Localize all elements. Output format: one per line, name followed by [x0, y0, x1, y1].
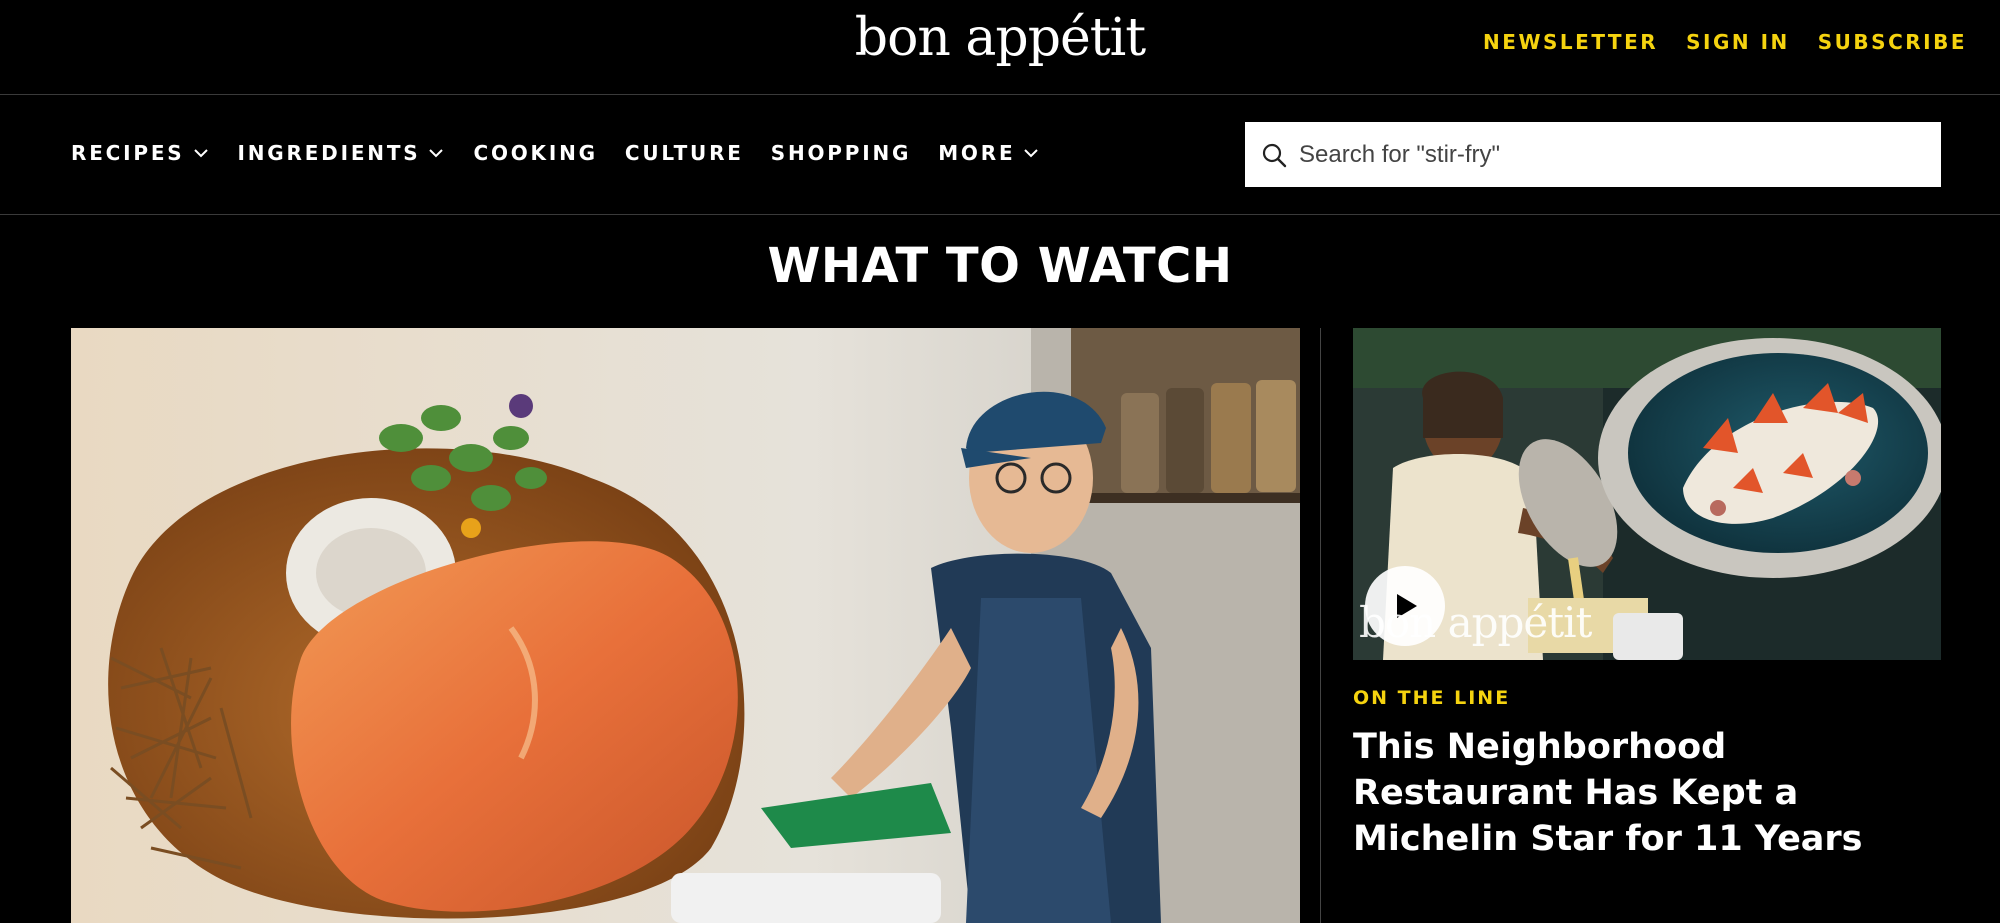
nav-item-cooking[interactable]: COOKING: [473, 141, 597, 165]
nav-item-recipes[interactable]: RECIPES: [71, 141, 211, 165]
side-video-thumbnail[interactable]: bon appétit: [1353, 328, 1941, 660]
chevron-down-icon: [1024, 149, 1039, 158]
video-watermark: bon appétit: [1359, 598, 1592, 647]
main-nav-bar: RECIPES INGREDIENTS COOKING CULTURE SHOP…: [0, 96, 2000, 215]
nav-item-label: RECIPES: [71, 141, 185, 165]
chevron-down-icon: [193, 149, 208, 158]
newsletter-link[interactable]: NEWSLETTER: [1483, 30, 1658, 54]
chevron-down-icon: [429, 149, 444, 158]
video-headline[interactable]: This Neighborhood Restaurant Has Kept a …: [1353, 724, 1943, 862]
nav-item-more[interactable]: MORE: [938, 141, 1041, 165]
top-header: bon appétit NEWSLETTER SIGN IN SUBSCRIBE: [0, 0, 2000, 95]
main-nav: RECIPES INGREDIENTS COOKING CULTURE SHOP…: [71, 141, 1068, 165]
subscribe-link[interactable]: SUBSCRIBE: [1818, 30, 1967, 54]
section-title: WHAT TO WATCH: [767, 238, 1233, 294]
search-input[interactable]: [1299, 140, 1899, 169]
nav-item-ingredients[interactable]: INGREDIENTS: [238, 141, 447, 165]
featured-video-thumbnail[interactable]: [71, 328, 1300, 923]
nav-item-label: MORE: [938, 141, 1016, 165]
search-icon[interactable]: [1261, 142, 1287, 168]
column-divider: [1320, 328, 1321, 923]
sign-in-link[interactable]: SIGN IN: [1686, 30, 1790, 54]
nav-item-culture[interactable]: CULTURE: [625, 141, 744, 165]
video-kicker[interactable]: ON THE LINE: [1353, 687, 1510, 709]
search-box[interactable]: [1245, 122, 1941, 187]
nav-item-shopping[interactable]: SHOPPING: [771, 141, 911, 165]
nav-item-label: COOKING: [473, 141, 598, 165]
featured-video-image: [71, 328, 1300, 923]
nav-item-label: CULTURE: [624, 141, 744, 165]
account-links: NEWSLETTER SIGN IN SUBSCRIBE: [1483, 30, 1967, 54]
nav-item-label: INGREDIENTS: [237, 141, 421, 165]
nav-item-label: SHOPPING: [770, 141, 912, 165]
